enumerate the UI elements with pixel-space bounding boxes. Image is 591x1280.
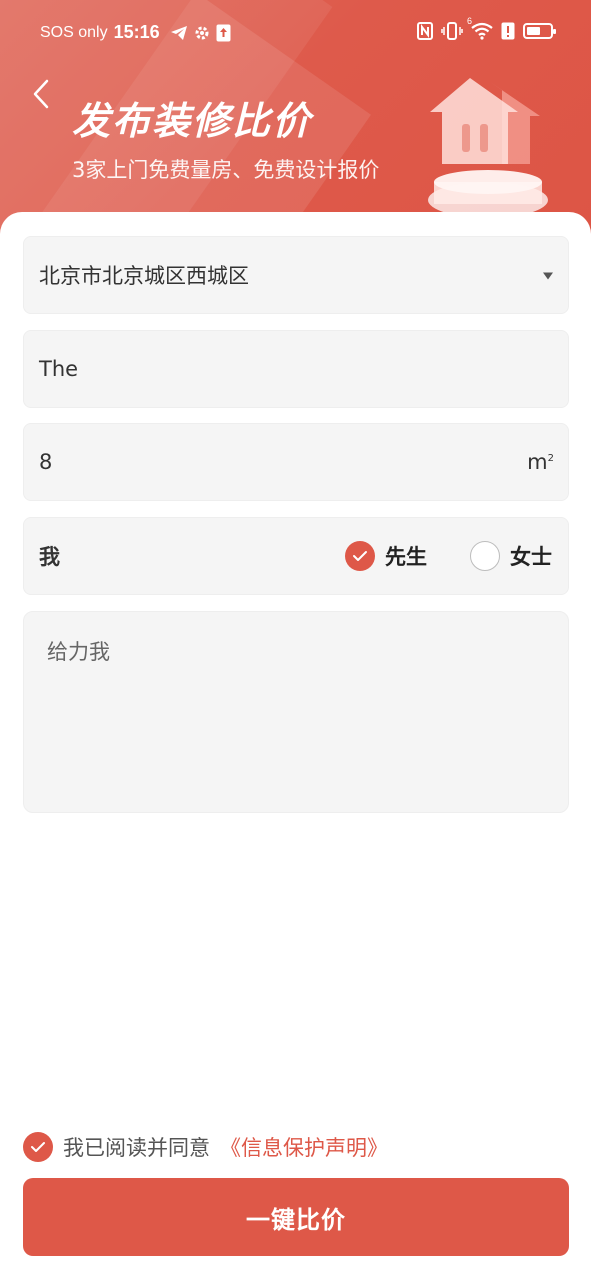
city-select[interactable]: 北京市北京城区西城区 — [23, 236, 569, 314]
battery-level — [527, 27, 540, 35]
area-input[interactable]: 8 m2 — [23, 423, 569, 501]
caret-down-icon — [542, 266, 554, 285]
remark-value: 给力我 — [47, 640, 110, 664]
status-left: SOS only 15:16 — [40, 22, 231, 43]
community-value: The — [39, 357, 79, 381]
carrier-text: SOS only — [40, 23, 108, 41]
page-subtitle: 3家上门免费量房、免费设计报价 — [72, 158, 380, 182]
chevron-left-icon — [33, 79, 49, 109]
page-title: 发布装修比价 — [72, 99, 313, 143]
gender-option-male[interactable]: 先生 — [345, 541, 427, 571]
telegram-icon — [170, 25, 188, 41]
status-bar: SOS only 15:16 6 — [0, 0, 591, 66]
privacy-link[interactable]: 《信息保护声明》 — [220, 1132, 388, 1162]
check-icon — [31, 1142, 45, 1152]
upload-icon — [216, 24, 231, 42]
back-button[interactable] — [24, 74, 58, 114]
area-unit-text: m — [527, 450, 548, 474]
wifi-badge: 6 — [467, 16, 473, 26]
wifi-icon: 6 — [467, 16, 493, 40]
house-icon — [420, 72, 560, 222]
agreement-text: 我已阅读并同意 — [63, 1136, 210, 1160]
nfc-icon — [417, 22, 433, 40]
agreement-checkbox[interactable] — [23, 1132, 53, 1162]
gender-label-female: 女士 — [510, 545, 552, 569]
compare-button[interactable]: 一键比价 — [23, 1178, 569, 1256]
agreement-row: 我已阅读并同意 《信息保护声明》 — [23, 1132, 388, 1162]
battery-icon — [523, 23, 556, 39]
gender-label-male: 先生 — [385, 545, 427, 569]
status-right: 6 — [417, 16, 556, 40]
area-unit-sup: 2 — [547, 453, 554, 464]
alert-icon — [501, 22, 515, 40]
gear-icon — [194, 25, 210, 41]
city-value: 北京市北京城区西城区 — [39, 264, 249, 288]
name-gender-row: 我 先生 女士 — [23, 517, 569, 595]
radio-checked-icon — [345, 541, 375, 571]
area-unit: m2 — [527, 450, 554, 474]
community-input[interactable]: The — [23, 330, 569, 408]
area-value: 8 — [39, 450, 53, 474]
radio-unchecked-icon — [470, 541, 500, 571]
clock: 15:16 — [113, 22, 160, 42]
form-panel: 北京市北京城区西城区 The 8 m2 我 先生 女士 给力我 我已阅读并同意 … — [0, 212, 591, 1280]
remark-textarea[interactable]: 给力我 — [23, 611, 569, 813]
gender-option-female[interactable]: 女士 — [470, 541, 552, 571]
vibrate-icon — [441, 22, 463, 40]
name-input[interactable]: 我 — [39, 541, 60, 571]
header-banner: SOS only 15:16 6 发布装修比价 3家上门免费量房、免费设计报价 — [0, 0, 591, 240]
